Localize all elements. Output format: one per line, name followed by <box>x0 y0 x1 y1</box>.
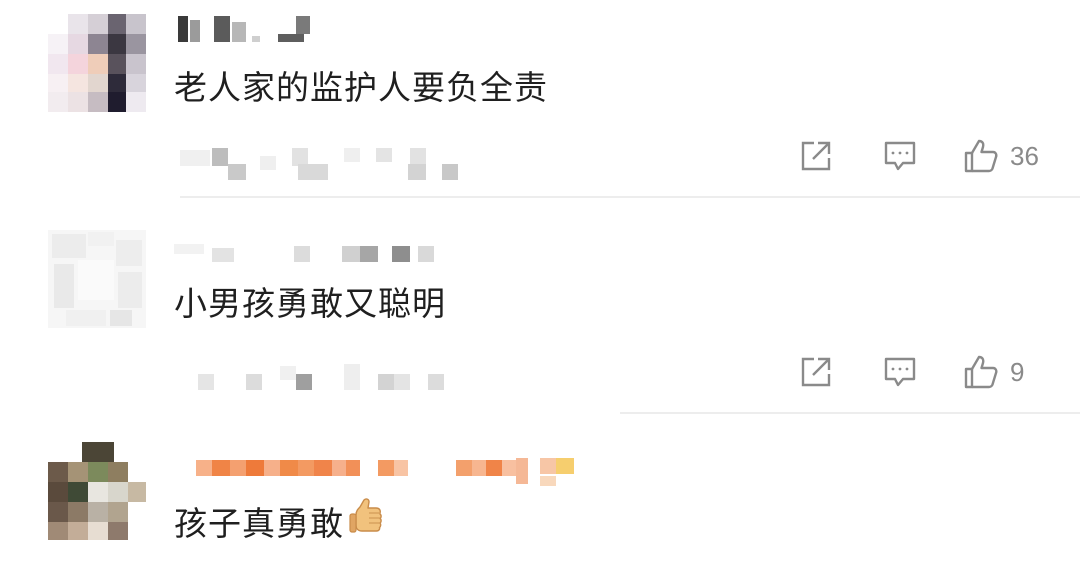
comment-text: 老人家的监护人要负全责 <box>174 66 548 110</box>
comment-meta-redacted <box>180 364 480 400</box>
thumbs-up-icon <box>964 355 998 389</box>
like-button[interactable]: 36 <box>962 137 1046 175</box>
reply-button[interactable] <box>882 138 918 174</box>
share-icon <box>801 357 831 387</box>
comment-text-content: 孩子真勇敢 <box>174 504 344 543</box>
thumbs-up-emoji-icon <box>348 497 384 548</box>
comment-meta-redacted <box>180 146 480 182</box>
comment-text-content: 小男孩勇敢又聪明 <box>174 284 446 323</box>
username-redacted[interactable] <box>174 240 594 270</box>
share-button[interactable] <box>798 138 834 174</box>
share-icon <box>801 141 831 171</box>
divider <box>620 412 1080 414</box>
like-count: 9 <box>1010 356 1025 387</box>
reply-button[interactable] <box>882 354 918 390</box>
like-button[interactable]: 9 <box>962 353 1046 391</box>
username-redacted[interactable] <box>174 14 594 44</box>
comment-item: 小男孩勇敢又聪明 9 <box>0 212 1080 416</box>
thumbs-up-icon <box>964 139 998 173</box>
comment-actions: 9 <box>798 350 1046 394</box>
avatar[interactable] <box>48 230 146 328</box>
avatar[interactable] <box>48 442 146 540</box>
comment-item: 孩子真勇敢 <box>0 416 1080 564</box>
username-redacted[interactable] <box>174 456 594 486</box>
like-count: 36 <box>1010 140 1039 171</box>
comment-icon <box>884 141 916 171</box>
comment-item: 老人家的监护人要负全责 36 <box>0 0 1080 212</box>
comment-icon <box>884 357 916 387</box>
comment-text: 小男孩勇敢又聪明 <box>174 282 446 326</box>
comment-actions: 36 <box>798 134 1046 178</box>
comment-text-content: 老人家的监护人要负全责 <box>174 68 548 107</box>
avatar[interactable] <box>48 14 146 112</box>
comment-text: 孩子真勇敢 <box>174 497 384 551</box>
divider <box>180 196 1080 198</box>
share-button[interactable] <box>798 354 834 390</box>
